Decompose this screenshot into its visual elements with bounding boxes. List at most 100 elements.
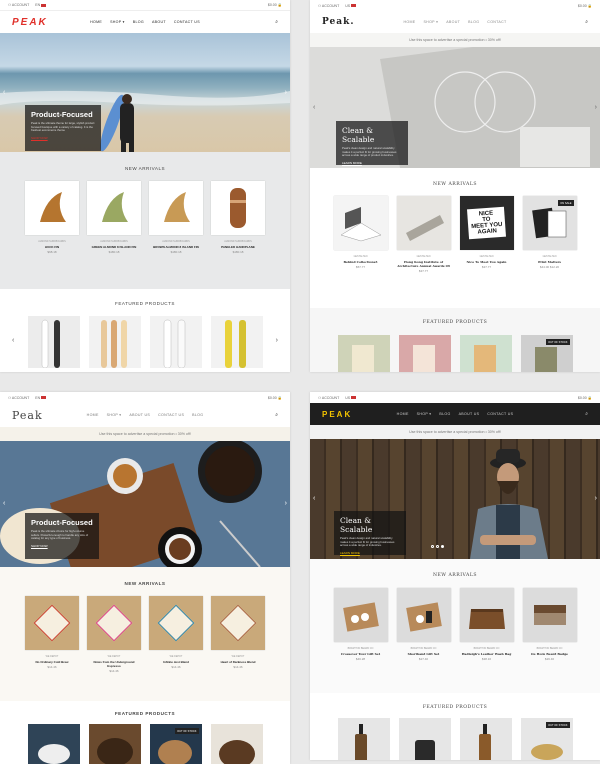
product-name[interactable]: HUCK FIN bbox=[25, 245, 79, 249]
featured-image[interactable]: OUT OF STOCK bbox=[520, 718, 573, 760]
featured-image[interactable] bbox=[27, 724, 80, 764]
product-name[interactable]: Hadleigh's Leather Wash Bag bbox=[460, 652, 514, 656]
language-select[interactable]: EN bbox=[35, 3, 47, 7]
account-link[interactable]: ⚇ ACCOUNT bbox=[318, 4, 339, 8]
product-name[interactable]: PANELED HANDPLANE bbox=[211, 245, 265, 249]
language-select[interactable]: US bbox=[345, 4, 357, 8]
next-icon[interactable]: › bbox=[276, 337, 278, 344]
logo[interactable]: PEAK bbox=[12, 17, 48, 28]
product-name[interactable]: Heart of Darkness Blend bbox=[211, 660, 265, 664]
prev-slide-icon[interactable]: ‹ bbox=[3, 89, 5, 96]
menu-item[interactable]: SHOP ▾ bbox=[110, 20, 125, 24]
menu-item[interactable]: SHOP ▾ bbox=[107, 413, 122, 417]
product-card[interactable]: WE DEPOT No Ordinary Cold Brew $14.46 bbox=[25, 596, 79, 673]
featured-image[interactable] bbox=[27, 316, 80, 368]
product-name[interactable]: Print Matters bbox=[523, 260, 577, 264]
featured-image[interactable] bbox=[88, 316, 141, 368]
account-link[interactable]: ⚇ ACCOUNT bbox=[318, 396, 339, 400]
language-select[interactable]: US bbox=[345, 396, 357, 400]
product-card[interactable]: ALMOND SURFBOARDS HUCK FIN $68.18 bbox=[25, 181, 79, 254]
search-icon[interactable]: ⌕ bbox=[585, 19, 588, 25]
menu-item[interactable]: HOME bbox=[90, 20, 102, 24]
featured-image[interactable] bbox=[398, 335, 451, 372]
featured-image[interactable]: OUT OF STOCK bbox=[149, 724, 202, 764]
product-name[interactable]: Hong Kong Institute of Architecture Annu… bbox=[397, 260, 451, 268]
product-image[interactable] bbox=[87, 596, 141, 650]
menu-item[interactable]: ABOUT US bbox=[129, 413, 150, 417]
next-slide-icon[interactable]: › bbox=[285, 89, 287, 96]
product-image[interactable] bbox=[396, 588, 451, 642]
prev-slide-icon[interactable]: ‹ bbox=[313, 104, 315, 111]
menu-item[interactable]: ABOUT US bbox=[459, 412, 480, 416]
product-image[interactable]: NICE TO MEET YOU AGAIN bbox=[459, 196, 514, 250]
product-card[interactable]: ALMOND SURFBOARDS PANELED HANDPLANE $180… bbox=[211, 181, 265, 254]
product-name[interactable]: Notes from the Underground Espresso bbox=[87, 660, 141, 668]
logo[interactable]: PEAK bbox=[322, 410, 352, 419]
prev-icon[interactable]: ‹ bbox=[12, 337, 14, 344]
featured-image[interactable] bbox=[210, 724, 263, 764]
menu-item[interactable]: SHOP ▾ bbox=[423, 20, 438, 24]
cart-link[interactable]: $0.00 🔒 bbox=[268, 396, 282, 400]
menu-item[interactable]: CONTACT US bbox=[174, 20, 200, 24]
cart-link[interactable]: $0.00 🔒 bbox=[578, 396, 592, 400]
product-image[interactable] bbox=[333, 196, 388, 250]
product-image[interactable] bbox=[396, 196, 451, 250]
product-image[interactable] bbox=[87, 181, 141, 235]
featured-image[interactable] bbox=[398, 718, 451, 760]
product-image[interactable] bbox=[149, 596, 203, 650]
featured-image[interactable] bbox=[210, 316, 263, 368]
prev-slide-icon[interactable]: ‹ bbox=[313, 495, 315, 502]
menu-item[interactable]: BLOG bbox=[468, 20, 479, 24]
product-card[interactable]: BRIGHTON BEARD CO Oe Horn Beard Badge $2… bbox=[522, 588, 577, 661]
product-name[interactable]: Behind Collections3 bbox=[334, 260, 388, 264]
logo[interactable]: Peak bbox=[12, 409, 43, 422]
product-card[interactable]: ALMOND SURFBOARDS BROWN ALMOND 8 ISLAND … bbox=[149, 181, 203, 254]
search-icon[interactable]: ⌕ bbox=[585, 411, 588, 417]
product-name[interactable]: Oe Horn Beard Badge bbox=[523, 652, 577, 656]
product-name[interactable]: GREEN ALMOND 8 ISLAND FIN bbox=[87, 245, 141, 249]
search-icon[interactable]: ⌕ bbox=[275, 19, 278, 25]
product-name[interactable]: No Ordinary Cold Brew bbox=[25, 660, 79, 664]
menu-item[interactable]: HOME bbox=[87, 413, 99, 417]
product-name[interactable]: BROWN ALMOND 8 ISLAND FIN bbox=[149, 245, 203, 249]
product-image[interactable] bbox=[459, 588, 514, 642]
search-icon[interactable]: ⌕ bbox=[275, 412, 278, 418]
product-image[interactable] bbox=[522, 588, 577, 642]
product-image[interactable]: ON SALE bbox=[522, 196, 577, 250]
account-link[interactable]: ⚇ ACCOUNT bbox=[8, 3, 29, 7]
featured-image[interactable] bbox=[337, 335, 390, 372]
menu-item[interactable]: ABOUT bbox=[152, 20, 166, 24]
product-card[interactable]: ON SALE GESTALTEN Print Matters $44.00 $… bbox=[522, 196, 577, 273]
menu-item[interactable]: BLOG bbox=[192, 413, 203, 417]
product-image[interactable] bbox=[211, 596, 265, 650]
language-select[interactable]: EN bbox=[35, 396, 47, 400]
menu-item[interactable]: CONTACT US bbox=[158, 413, 184, 417]
product-card[interactable]: GESTALTEN Hong Kong Institute of Archite… bbox=[396, 196, 451, 273]
featured-image[interactable] bbox=[88, 724, 141, 764]
hero-link[interactable]: SHOP NOW bbox=[31, 136, 95, 140]
account-link[interactable]: ⚇ ACCOUNT bbox=[8, 396, 29, 400]
menu-item[interactable]: BLOG bbox=[439, 412, 450, 416]
next-slide-icon[interactable]: › bbox=[595, 104, 597, 111]
cart-link[interactable]: $0.00 🔒 bbox=[578, 4, 592, 8]
featured-image[interactable] bbox=[459, 335, 512, 372]
menu-item[interactable]: HOME bbox=[397, 412, 409, 416]
menu-item[interactable]: CONTACT bbox=[487, 20, 506, 24]
menu-item[interactable]: SHOP ▾ bbox=[417, 412, 432, 416]
prev-slide-icon[interactable]: ‹ bbox=[3, 500, 5, 507]
product-name[interactable]: Crossover Tour Gift Set bbox=[334, 652, 388, 656]
product-card[interactable]: WE DEPOT Notes from the Underground Espr… bbox=[87, 596, 141, 673]
hero-link[interactable]: LEARN MORE bbox=[340, 551, 400, 555]
product-card[interactable]: BRIGHTON BEARD CO Shorthand Gift Set $27… bbox=[396, 588, 451, 661]
hero-link[interactable]: LEARN MORE bbox=[342, 161, 402, 165]
next-slide-icon[interactable]: › bbox=[595, 495, 597, 502]
featured-image[interactable]: OUT OF STOCK bbox=[520, 335, 573, 372]
menu-item[interactable]: CONTACT US bbox=[487, 412, 513, 416]
menu-item[interactable]: BLOG bbox=[133, 20, 144, 24]
product-card[interactable]: BRIGHTON BEARD CO Hadleigh's Leather Was… bbox=[459, 588, 514, 661]
cart-link[interactable]: $0.00 🔒 bbox=[268, 3, 282, 7]
product-name[interactable]: Infinite Jest Blend bbox=[149, 660, 203, 664]
menu-item[interactable]: ABOUT bbox=[446, 20, 460, 24]
product-name[interactable]: Shorthand Gift Set bbox=[397, 652, 451, 656]
product-image[interactable] bbox=[211, 181, 265, 235]
